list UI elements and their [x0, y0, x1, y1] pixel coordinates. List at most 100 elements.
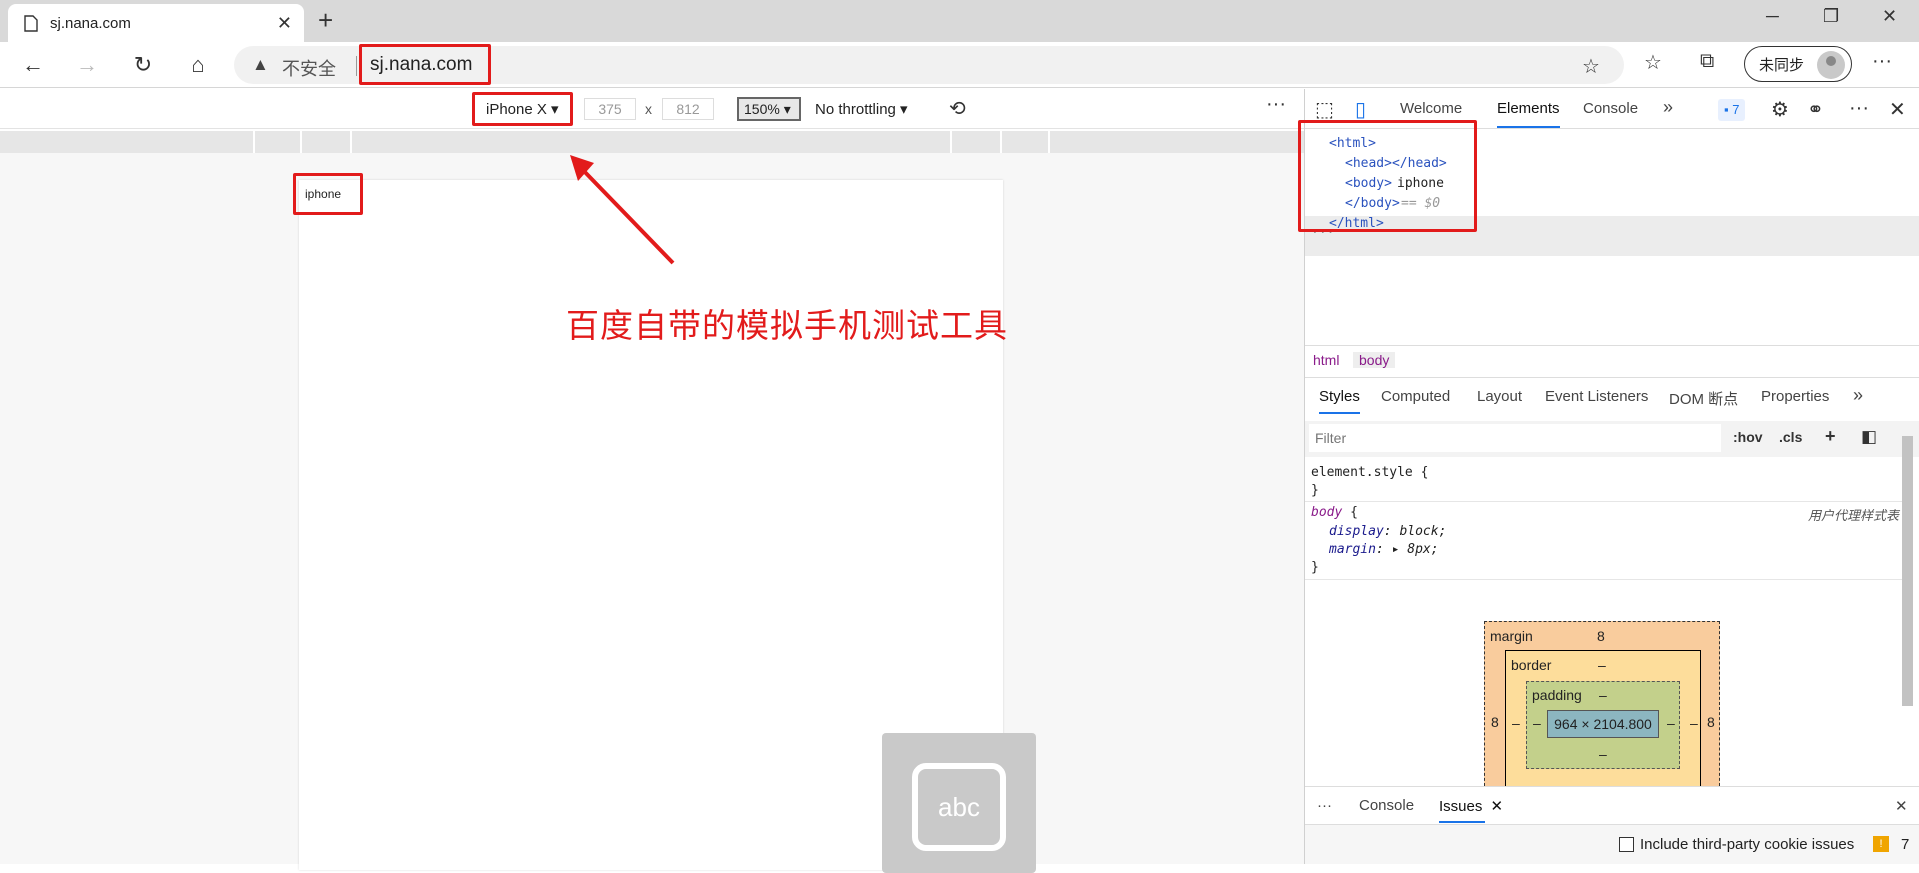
profile-button[interactable]: 未同步	[1744, 46, 1852, 82]
zoom-select[interactable]: 150% ▾	[737, 97, 801, 121]
margin-top-value[interactable]: 8	[1597, 628, 1605, 644]
height-input[interactable]: 812	[662, 98, 714, 120]
dom-tree: ··· <html> <head></head> <body> iphone <…	[1298, 120, 1919, 346]
issues-badge[interactable]: 7	[1718, 99, 1746, 121]
new-tab-button[interactable]: +	[318, 6, 333, 34]
device-highlight-box	[472, 92, 573, 126]
box-model-padding[interactable]: padding – – – – 964 × 2104.800	[1526, 681, 1680, 769]
navigation-bar: ← → ↻ ⌂ ▲ 不安全 sj.nana.com ☆ ☆ ⧉ 未同步 ···	[0, 42, 1919, 88]
tab-close-button[interactable]: ✕	[277, 13, 292, 34]
favorites-icon[interactable]: ☆	[1644, 50, 1662, 75]
close-issues-tab-icon[interactable]: ✕	[1491, 798, 1504, 815]
drawer-close-icon[interactable]: ✕	[1895, 797, 1908, 815]
breadcrumb: html body	[1305, 345, 1919, 373]
element-style-close: }	[1311, 483, 1319, 498]
display-value: block;	[1399, 524, 1447, 539]
maximize-button[interactable]: ❐	[1823, 6, 1839, 27]
home-button[interactable]: ⌂	[183, 50, 213, 80]
styles-tabbar: Styles Computed Layout Event Listeners D…	[1305, 377, 1919, 415]
media-query-bar[interactable]	[0, 131, 1304, 153]
inspect-icon[interactable]: ⬚	[1315, 97, 1334, 122]
width-input[interactable]: 375	[584, 98, 636, 120]
body-rule-brace: {	[1342, 505, 1358, 520]
rule-separator	[1305, 579, 1905, 580]
border-top-value[interactable]: –	[1598, 657, 1606, 673]
devtools-close-icon[interactable]: ✕	[1889, 97, 1906, 122]
settings-icon[interactable]: ⚙	[1771, 97, 1789, 122]
customize-icon[interactable]: ⚭	[1807, 97, 1824, 122]
forward-button[interactable]: →	[72, 50, 102, 80]
issues-count: 7	[1901, 836, 1910, 853]
display-declaration[interactable]: display: block;	[1329, 524, 1446, 539]
dom-highlight-box	[1298, 120, 1477, 232]
class-button[interactable]: .cls	[1779, 429, 1802, 445]
breadcrumb-body[interactable]: body	[1353, 352, 1396, 368]
tab-properties[interactable]: Properties	[1761, 388, 1829, 405]
minimize-button[interactable]: ─	[1766, 6, 1779, 27]
box-model-content[interactable]: 964 × 2104.800	[1547, 710, 1659, 738]
third-party-checkbox[interactable]	[1619, 837, 1634, 852]
tab-title: sj.nana.com	[50, 14, 131, 32]
element-style-open[interactable]: element.style {	[1311, 465, 1428, 480]
border-left-value[interactable]: –	[1512, 715, 1520, 731]
border-label: border	[1511, 657, 1552, 673]
device-toggle-icon[interactable]: ▯	[1355, 97, 1366, 122]
drawer-tab-console[interactable]: Console	[1359, 797, 1414, 814]
padding-bottom-value[interactable]: –	[1599, 746, 1607, 762]
new-rule-button[interactable]: +	[1825, 426, 1836, 447]
add-favorite-icon[interactable]: ☆	[1582, 54, 1600, 79]
rotate-icon[interactable]: ⟲	[949, 96, 966, 121]
styles-scrollbar[interactable]	[1900, 424, 1915, 780]
styles-more-icon[interactable]: »	[1853, 385, 1863, 406]
tab-console[interactable]: Console	[1583, 100, 1638, 117]
box-model-margin[interactable]: margin 8 8 8 border – – – padding – – – …	[1484, 621, 1720, 810]
padding-top-value[interactable]: –	[1599, 687, 1607, 703]
breadcrumb-html[interactable]: html	[1313, 352, 1339, 368]
sidebar-toggle-icon[interactable]: ◧	[1861, 427, 1877, 447]
throttling-select[interactable]: No throttling ▾	[815, 100, 908, 118]
annotation-text: 百度自带的模拟手机测试工具	[566, 306, 1008, 345]
margin-declaration[interactable]: margin: ▸ 8px;	[1329, 542, 1439, 557]
not-secure-label[interactable]: 不安全	[282, 55, 336, 81]
rule-separator	[1305, 501, 1905, 502]
back-button[interactable]: ←	[18, 50, 48, 80]
body-rule-selector-line[interactable]: body {	[1311, 505, 1358, 520]
box-model-diagram: margin 8 8 8 border – – – padding – – – …	[1484, 621, 1720, 810]
margin-value: 8px;	[1407, 542, 1439, 557]
padding-right-value[interactable]: –	[1667, 715, 1675, 731]
tab-computed[interactable]: Computed	[1381, 388, 1450, 405]
settings-menu-icon[interactable]: ···	[1872, 50, 1892, 73]
margin-right-value[interactable]: 8	[1707, 714, 1715, 730]
styles-filter-input[interactable]	[1309, 424, 1721, 452]
padding-label: padding	[1532, 687, 1582, 703]
browser-tab[interactable]: sj.nana.com ✕	[8, 4, 304, 42]
tab-event-listeners[interactable]: Event Listeners	[1545, 388, 1648, 405]
keyboard-button[interactable]: abc	[882, 733, 1036, 873]
scrollbar-thumb[interactable]	[1902, 436, 1913, 706]
warning-icon[interactable]: ▲	[252, 55, 269, 75]
margin-left-value[interactable]: 8	[1491, 714, 1499, 730]
collections-icon[interactable]: ⧉	[1700, 50, 1714, 73]
more-tabs-icon[interactable]: »	[1663, 97, 1673, 118]
tab-elements[interactable]: Elements	[1497, 100, 1560, 128]
tab-layout[interactable]: Layout	[1477, 388, 1522, 405]
device-more-icon[interactable]: ···	[1266, 93, 1286, 116]
media-query-divider	[350, 131, 352, 153]
keyboard-label: abc	[938, 791, 980, 822]
window-close-button[interactable]: ✕	[1882, 6, 1897, 27]
third-party-label[interactable]: Include third-party cookie issues	[1640, 836, 1854, 853]
tab-styles[interactable]: Styles	[1319, 388, 1360, 414]
user-agent-stylesheet-label: 用户代理样式表	[1807, 509, 1899, 524]
tab-dom-breakpoints[interactable]: DOM 断点	[1669, 388, 1738, 409]
hover-state-button[interactable]: :hov	[1733, 429, 1763, 445]
devtools-more-icon[interactable]: ···	[1849, 97, 1869, 120]
dimension-separator: x	[645, 101, 652, 117]
tab-welcome[interactable]: Welcome	[1400, 100, 1462, 117]
border-right-value[interactable]: –	[1690, 715, 1698, 731]
styles-filter-row: :hov .cls + ◧	[1305, 421, 1919, 457]
drawer-tab-issues[interactable]: Issues ✕	[1439, 797, 1504, 823]
avatar	[1817, 51, 1845, 79]
drawer-more-icon[interactable]: ···	[1317, 797, 1332, 814]
padding-left-value[interactable]: –	[1533, 715, 1541, 731]
reload-button[interactable]: ↻	[128, 50, 158, 80]
